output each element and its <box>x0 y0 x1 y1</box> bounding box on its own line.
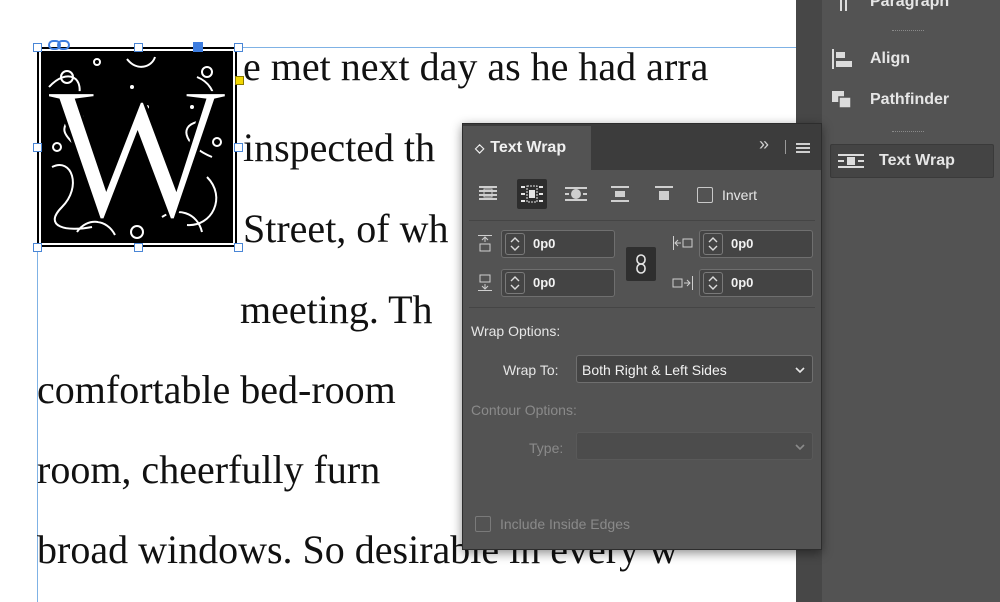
object-shape-wrap-icon <box>565 187 587 201</box>
chain-link-icon <box>636 254 646 274</box>
panel-tab-text-wrap[interactable]: ◇ Text Wrap <box>463 126 591 170</box>
top-offset-icon <box>476 234 494 252</box>
align-icon <box>830 48 854 70</box>
bottom-offset-icon <box>476 274 494 292</box>
dock-grip[interactable] <box>892 30 924 33</box>
titlebar-separator <box>785 140 786 154</box>
dock-item-text-wrap[interactable]: Text Wrap <box>830 144 994 178</box>
left-offset-icon <box>672 234 693 252</box>
tab-collapse-icon[interactable]: ◇ <box>475 141 484 155</box>
no-wrap-icon <box>479 186 497 200</box>
wrap-bounding-box-button[interactable] <box>517 179 547 209</box>
text-line-3[interactable]: Street, of wh <box>243 205 449 253</box>
dock-item-label: Paragraph <box>870 0 950 10</box>
selection-handle-tr[interactable] <box>234 43 243 52</box>
wrap-to-dropdown[interactable]: Both Right & Left Sides <box>576 355 813 383</box>
right-offset-field[interactable]: 0p0 <box>699 269 813 297</box>
jump-object-button[interactable] <box>605 179 635 209</box>
pathfinder-icon <box>830 89 854 111</box>
top-offset-stepper[interactable] <box>505 233 525 255</box>
collapse-panel-icon[interactable]: » <box>759 134 769 155</box>
dock-item-label: Align <box>870 50 910 67</box>
top-offset-field[interactable]: 0p0 <box>501 230 615 258</box>
top-offset-value: 0p0 <box>533 236 556 251</box>
wrap-to-label: Wrap To: <box>503 362 559 378</box>
invert-label: Invert <box>722 187 758 203</box>
svg-text:W: W <box>47 49 226 247</box>
ornamental-letter-w-graphic: W <box>37 47 237 247</box>
jump-column-icon <box>655 186 673 200</box>
include-inside-edges-checkbox[interactable] <box>475 516 491 532</box>
bottom-offset-field[interactable]: 0p0 <box>501 269 615 297</box>
selection-handle-bl[interactable] <box>33 243 42 252</box>
text-line-1[interactable]: e met next day as he had arra <box>243 43 708 91</box>
text-wrap-panel: ◇ Text Wrap » Invert 0p0 0p0 0p0 0p0 Wra… <box>462 123 822 550</box>
bottom-offset-value: 0p0 <box>533 275 556 290</box>
selection-handle-tl[interactable] <box>33 43 42 52</box>
dock-item-pathfinder[interactable]: Pathfinder <box>830 84 949 116</box>
selection-handle-tc[interactable] <box>134 43 143 52</box>
chain-link-icon[interactable] <box>48 38 70 56</box>
dropcap-image[interactable]: W <box>37 47 237 247</box>
selection-handle-br[interactable] <box>234 243 243 252</box>
anchor-point-handle[interactable] <box>193 42 203 52</box>
panel-title: Text Wrap <box>490 139 567 156</box>
selection-handle-mr[interactable] <box>234 143 243 152</box>
dock-item-align[interactable]: Align <box>830 43 910 75</box>
text-line-4[interactable]: meeting. Th <box>240 286 433 334</box>
left-offset-field[interactable]: 0p0 <box>699 230 813 258</box>
chevron-down-icon <box>794 440 806 456</box>
dock-item-paragraph[interactable]: Paragraph <box>830 0 949 18</box>
dock-item-label: Text Wrap <box>879 152 955 169</box>
panel-divider <box>469 220 815 221</box>
right-offset-value: 0p0 <box>731 275 754 290</box>
dock-grip[interactable] <box>892 131 924 134</box>
text-line-2[interactable]: inspected th <box>243 124 435 172</box>
type-label: Type: <box>529 440 564 456</box>
left-offset-value: 0p0 <box>731 236 754 251</box>
panel-dock: Paragraph Align Pathfinder Text Wrap <box>822 0 1000 602</box>
paragraph-icon <box>830 0 854 13</box>
panel-divider <box>469 307 815 308</box>
left-offset-stepper[interactable] <box>703 233 723 255</box>
panel-titlebar[interactable]: ◇ Text Wrap » <box>463 124 821 170</box>
bounding-box-wrap-icon <box>521 185 543 203</box>
text-line-6[interactable]: room, cheerfully furn <box>37 446 380 494</box>
wrap-to-value: Both Right & Left Sides <box>582 362 727 378</box>
right-offset-icon <box>672 274 693 292</box>
text-line-5[interactable]: comfortable bed-room <box>37 366 396 414</box>
make-all-settings-same-button[interactable] <box>626 247 656 281</box>
include-inside-edges-label: Include Inside Edges <box>500 516 630 532</box>
content-corner-handle[interactable] <box>235 76 244 85</box>
no-text-wrap-button[interactable] <box>473 179 503 209</box>
wrap-options-heading: Wrap Options: <box>471 323 561 339</box>
chevron-down-icon <box>794 363 806 379</box>
selection-handle-bc[interactable] <box>134 243 143 252</box>
dock-item-label: Pathfinder <box>870 91 950 108</box>
contour-type-dropdown[interactable] <box>576 432 813 460</box>
wrap-object-shape-button[interactable] <box>561 179 591 209</box>
bottom-offset-stepper[interactable] <box>505 272 525 294</box>
selection-handle-ml[interactable] <box>33 143 42 152</box>
jump-object-icon <box>611 186 629 202</box>
right-offset-stepper[interactable] <box>703 272 723 294</box>
contour-options-heading: Contour Options: <box>471 402 577 418</box>
panel-menu-icon[interactable] <box>796 141 810 157</box>
jump-next-column-button[interactable] <box>649 179 679 209</box>
invert-checkbox[interactable] <box>697 187 713 203</box>
text-wrap-icon <box>837 150 865 172</box>
